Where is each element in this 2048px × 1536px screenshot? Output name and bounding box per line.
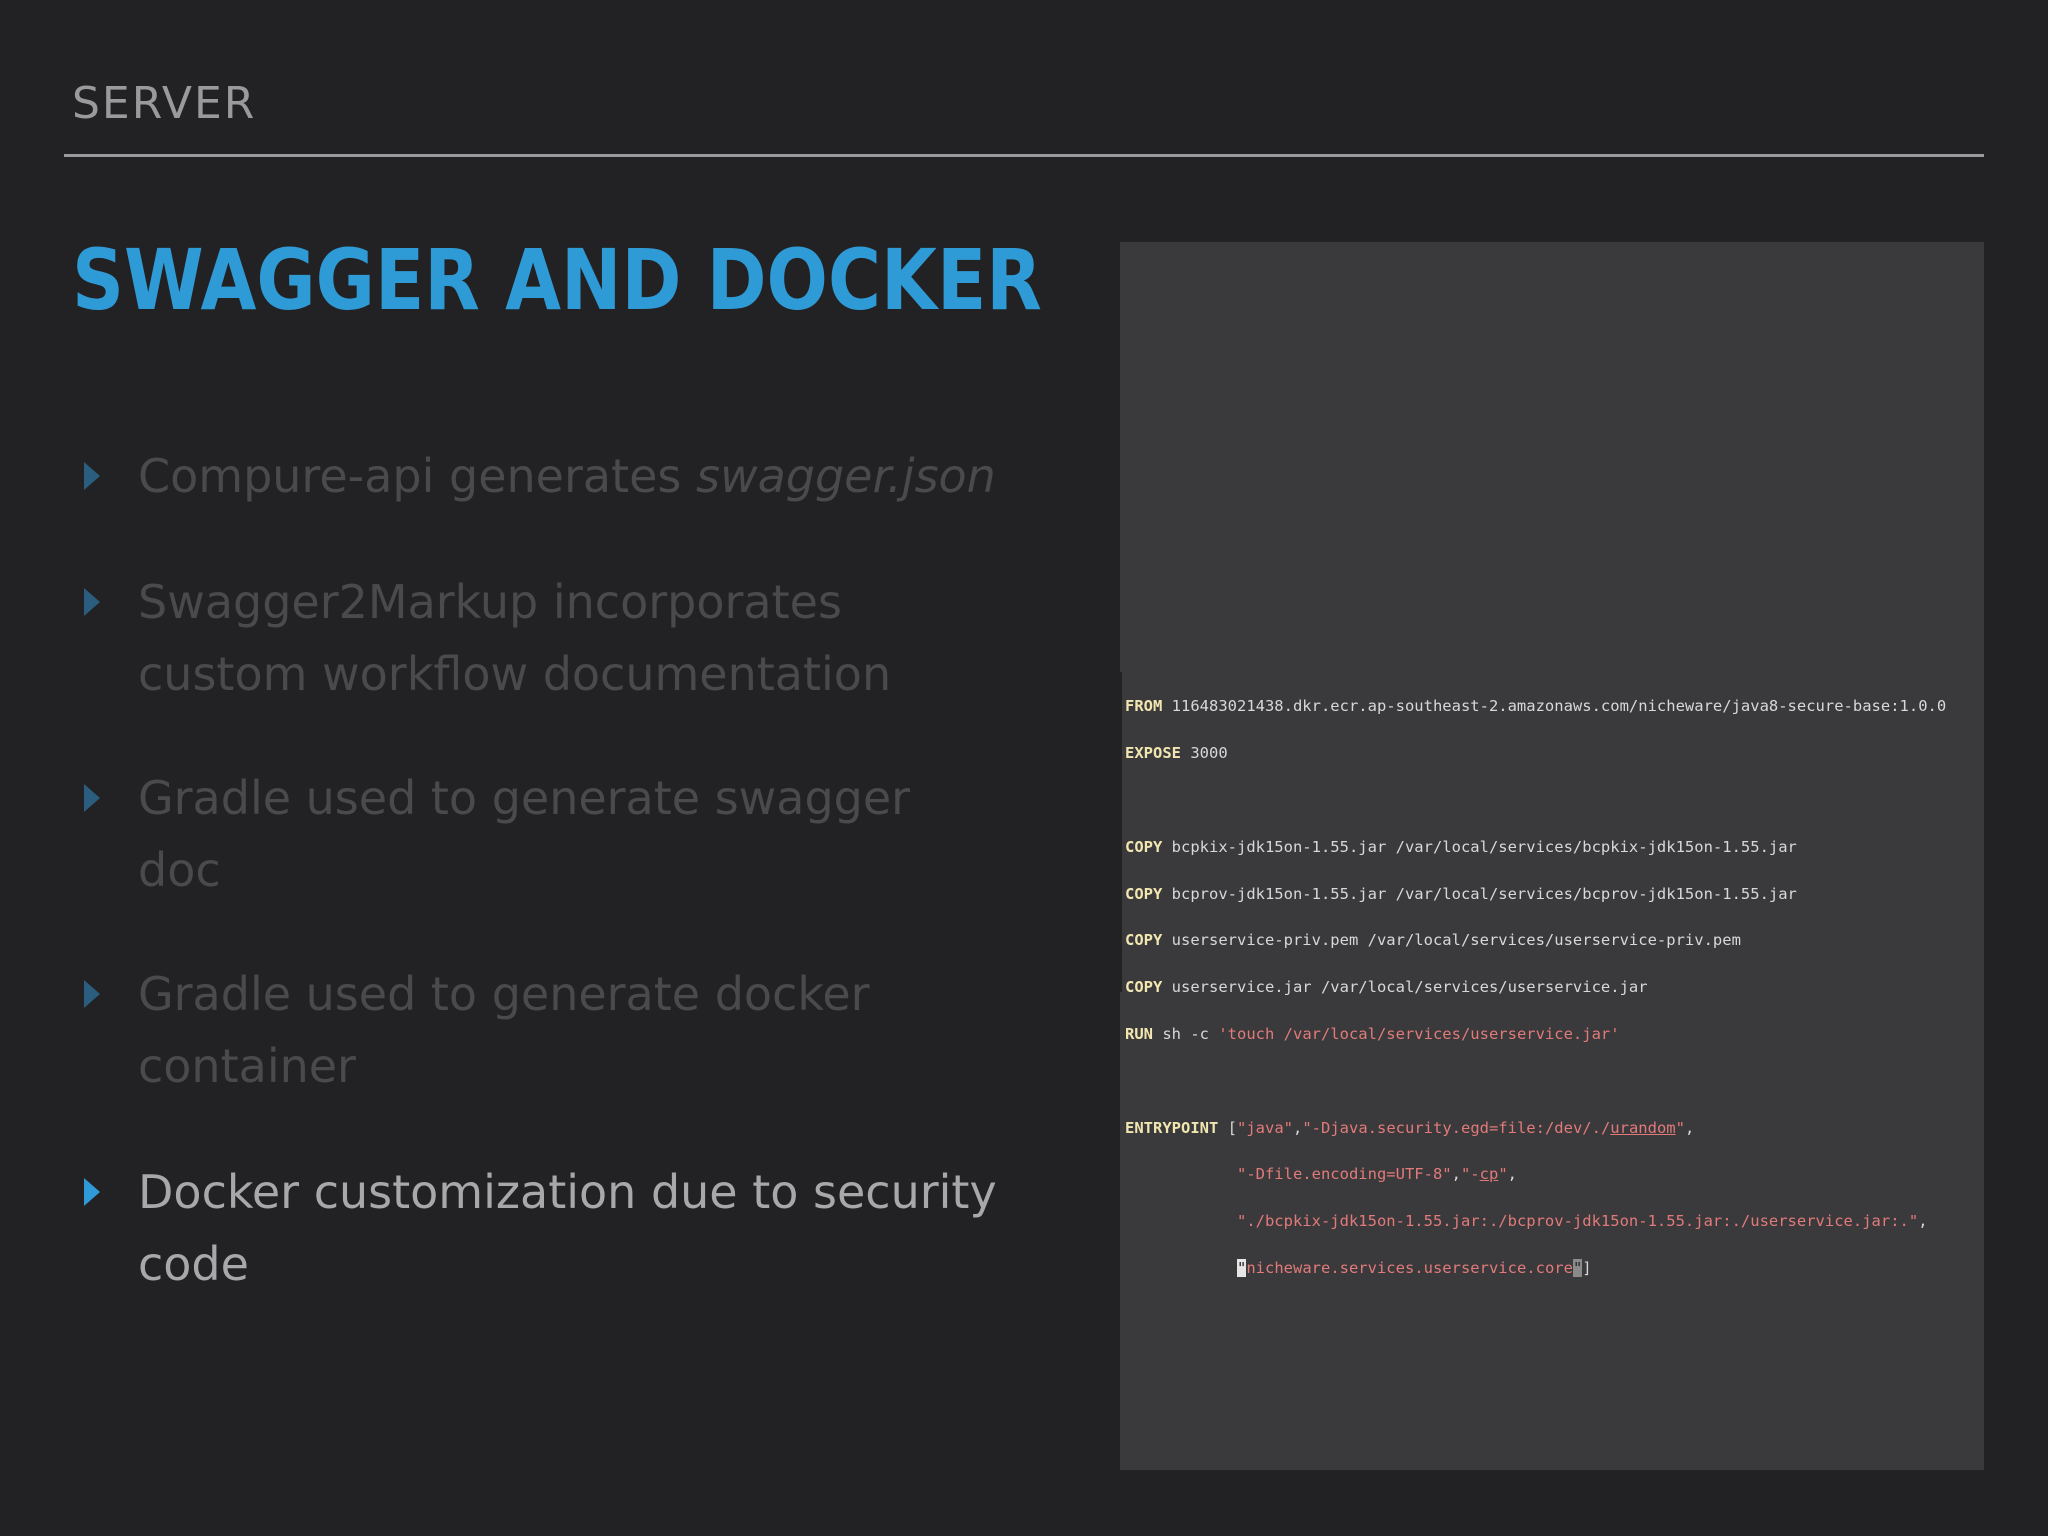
code-keyword: RUN	[1125, 1024, 1153, 1043]
dockerfile-code: FROM 116483021438.dkr.ecr.ap-southeast-2…	[1120, 672, 1986, 1277]
code-string: "	[1675, 1118, 1685, 1137]
code-line-empty	[1122, 789, 1986, 812]
bullet-item: Compure-api generates swagger.json	[72, 440, 1072, 512]
code-text: 3000	[1181, 744, 1228, 763]
code-line: COPY userservice.jar /var/local/services…	[1122, 976, 1986, 999]
bullet-text: Gradle used to generate swagger doc	[138, 762, 910, 906]
code-line: COPY userservice-priv.pem /var/local/ser…	[1122, 929, 1986, 952]
bullet-text-italic: swagger.json	[696, 449, 996, 503]
bullet-text: Compure-api generates swagger.json	[138, 440, 996, 512]
code-line: "nicheware.services.userservice.core"]	[1122, 1257, 1986, 1280]
bullet-item-active: Docker customization due to security code	[72, 1156, 1072, 1300]
code-text: ]	[1582, 1258, 1592, 1277]
code-line: COPY bcpkix-jdk15on-1.55.jar /var/local/…	[1122, 836, 1986, 859]
code-keyword: EXPOSE	[1125, 744, 1181, 763]
code-keyword: COPY	[1125, 837, 1163, 856]
bullet-arrow-icon	[84, 784, 100, 812]
code-keyword: COPY	[1125, 978, 1163, 997]
bullet-line: custom workflow documentation	[138, 647, 892, 701]
bullet-text: Docker customization due to security code	[138, 1156, 997, 1300]
code-keyword: FROM	[1125, 697, 1163, 716]
text-cursor: "	[1236, 1258, 1247, 1277]
header-divider	[64, 154, 1984, 157]
code-line-empty	[1122, 1070, 1986, 1093]
code-text: sh -c	[1153, 1024, 1219, 1043]
code-string: "-	[1460, 1165, 1480, 1184]
slide-title: SWAGGER AND DOCKER	[72, 231, 1042, 329]
bullet-line: Gradle used to generate swagger	[138, 771, 911, 825]
code-line: COPY bcprov-jdk15on-1.55.jar /var/local/…	[1122, 883, 1986, 906]
bullet-line: Gradle used to generate docker	[138, 967, 870, 1021]
code-line: EXPOSE 3000	[1122, 742, 1986, 765]
code-string: "java"	[1237, 1118, 1293, 1137]
code-line: "-Dfile.encoding=UTF-8","-cp",	[1122, 1163, 1986, 1186]
bullet-line: Swagger2Markup incorporates	[138, 575, 842, 629]
code-string: 'touch /var/local/services/userservice.j…	[1218, 1024, 1620, 1043]
bullet-item: Swagger2Markup incorporates custom workfl…	[72, 566, 1072, 710]
code-keyword: COPY	[1125, 884, 1163, 903]
code-text: ,	[1293, 1118, 1303, 1137]
code-string: cp	[1479, 1165, 1499, 1184]
code-string-highlight: "	[1572, 1258, 1583, 1277]
code-string: "	[1498, 1165, 1508, 1184]
bullet-line: doc	[138, 843, 221, 897]
code-string: urandom	[1610, 1118, 1676, 1137]
code-string: nicheware.services.userservice.core	[1246, 1258, 1573, 1277]
bullet-arrow-icon	[84, 1178, 100, 1206]
bullet-text: Gradle used to generate docker container	[138, 958, 870, 1102]
code-keyword: ENTRYPOINT	[1125, 1118, 1219, 1137]
code-text: userservice.jar /var/local/services/user…	[1162, 978, 1648, 997]
slide: SERVER SWAGGER AND DOCKER Compure-api ge…	[0, 0, 2048, 1536]
bullet-text-plain: Compure-api generates	[138, 449, 696, 503]
code-keyword: COPY	[1125, 931, 1163, 950]
code-line: "./bcpkix-jdk15on-1.55.jar:./bcprov-jdk1…	[1122, 1210, 1986, 1233]
bullet-line: container	[138, 1039, 356, 1093]
code-text: userservice-priv.pem /var/local/services…	[1162, 931, 1741, 950]
bullet-arrow-icon	[84, 462, 100, 490]
code-text: 116483021438.dkr.ecr.ap-southeast-2.amaz…	[1162, 697, 1947, 716]
code-text: ,	[1507, 1165, 1517, 1184]
code-text: ,	[1451, 1165, 1461, 1184]
bullet-arrow-icon	[84, 980, 100, 1008]
bullet-line: code	[138, 1237, 249, 1291]
dockerfile-screenshot: FROM 116483021438.dkr.ecr.ap-southeast-2…	[1120, 242, 1984, 1470]
bullet-text: Swagger2Markup incorporates custom workfl…	[138, 566, 891, 710]
code-text: ,	[1918, 1212, 1928, 1231]
code-line: ENTRYPOINT ["java","-Djava.security.egd=…	[1122, 1117, 1986, 1140]
code-text: [	[1218, 1118, 1237, 1137]
code-string: "./bcpkix-jdk15on-1.55.jar:./bcprov-jdk1…	[1236, 1212, 1919, 1231]
code-line: FROM 116483021438.dkr.ecr.ap-southeast-2…	[1122, 695, 1986, 718]
code-string: "-Djava.security.egd=file:/dev/./	[1302, 1118, 1611, 1137]
bullet-item: Gradle used to generate swagger doc	[72, 762, 1072, 906]
code-string: "-Dfile.encoding=UTF-8"	[1236, 1165, 1452, 1184]
code-text: ,	[1684, 1118, 1695, 1137]
code-text: bcpkix-jdk15on-1.55.jar /var/local/servi…	[1162, 837, 1797, 856]
code-line: RUN sh -c 'touch /var/local/services/use…	[1122, 1023, 1986, 1046]
bullet-line: Docker customization due to security	[138, 1165, 997, 1219]
bullet-arrow-icon	[84, 588, 100, 616]
code-text: bcprov-jdk15on-1.55.jar /var/local/servi…	[1162, 884, 1797, 903]
bullet-item: Gradle used to generate docker container	[72, 958, 1072, 1102]
section-label: SERVER	[72, 78, 257, 129]
